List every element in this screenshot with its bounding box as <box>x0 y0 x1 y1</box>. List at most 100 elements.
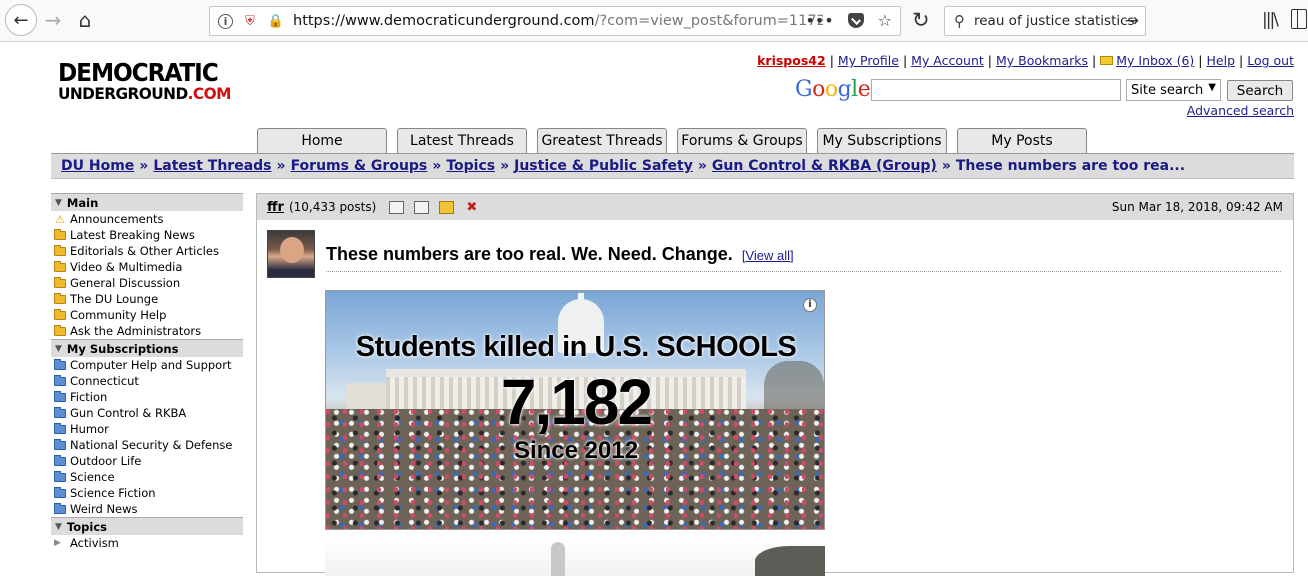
tab-latest-threads[interactable]: Latest Threads <box>397 128 527 153</box>
browser-search-text[interactable]: reau of justice statistics <box>974 13 1135 29</box>
sidebar-header-subscriptions[interactable]: ▼ My Subscriptions <box>51 339 243 357</box>
post: ffr (10,433 posts) ✖ Sun Mar 18, 2018, 0… <box>256 193 1294 576</box>
sidebar-item-computer-help[interactable]: Computer Help and Support <box>51 357 243 373</box>
sidebar-item-connecticut[interactable]: Connecticut <box>51 373 243 389</box>
folder-icon <box>54 422 66 434</box>
folder-icon <box>54 486 66 498</box>
sidebar-toggle-icon[interactable] <box>1291 9 1307 29</box>
back-arrow-icon[interactable]: ← <box>5 4 37 36</box>
sidebar-item-science-fiction[interactable]: Science Fiction <box>51 485 243 501</box>
sidebar-item-national-security[interactable]: National Security & Defense <box>51 437 243 453</box>
logout-link[interactable]: Log out <box>1247 53 1294 68</box>
advanced-search-link[interactable]: Advanced search <box>1187 103 1294 118</box>
sidebar-item-gun-control[interactable]: Gun Control & RKBA <box>51 405 243 421</box>
send-message-icon[interactable] <box>439 200 455 214</box>
search-button[interactable]: Search <box>1227 80 1293 101</box>
warning-icon: ⚠ <box>55 212 65 226</box>
breadcrumb-latest-threads[interactable]: Latest Threads <box>153 158 271 174</box>
tab-my-subscriptions[interactable]: My Subscriptions <box>817 128 947 153</box>
expand-triangle-icon: ▶ <box>54 538 61 548</box>
my-account-link[interactable]: My Account <box>911 53 984 68</box>
sidebar-item-announcements[interactable]: ⚠ Announcements <box>51 211 243 227</box>
sidebar-item-humor[interactable]: Humor <box>51 421 243 437</box>
sidebar-header-topics[interactable]: ▼ Topics <box>51 517 243 535</box>
tab-home[interactable]: Home <box>257 128 387 153</box>
pocket-icon[interactable] <box>847 13 864 28</box>
image-caption-line1: Students killed in U.S. SCHOOLS <box>355 331 797 363</box>
help-link[interactable]: Help <box>1207 53 1236 68</box>
breadcrumb-gun-control[interactable]: Gun Control & RKBA (Group) <box>712 158 937 174</box>
browser-search-input[interactable]: ⚲ reau of justice statistics → <box>944 6 1146 36</box>
avatar[interactable] <box>267 230 315 278</box>
chevron-down-icon: ▼ <box>1208 82 1216 93</box>
tracking-shield-icon[interactable]: ⛨ <box>241 12 259 30</box>
post-title: These numbers are too real. We. Need. Ch… <box>326 244 794 264</box>
post-image: Students killed in U.S. SCHOOLS 7,182 Si… <box>325 290 825 530</box>
sidebar-item-activism[interactable]: ▶ Activism <box>51 535 243 551</box>
sidebar-item-ask-admins[interactable]: Ask the Administrators <box>51 323 243 339</box>
breadcrumb-forums-groups[interactable]: Forums & Groups <box>291 158 428 174</box>
search-icon: ⚲ <box>954 12 965 30</box>
image-info-icon[interactable]: i <box>803 298 817 312</box>
breadcrumb-current: These numbers are too rea... <box>955 158 1186 174</box>
collapse-triangle-icon: ▼ <box>55 197 62 208</box>
site-search-select[interactable]: Site search ▼ <box>1126 79 1221 101</box>
tab-forums-groups[interactable]: Forums & Groups <box>677 128 807 153</box>
sidebar-item-du-lounge[interactable]: The DU Lounge <box>51 291 243 307</box>
url-bar[interactable]: i ⛨ 🔒 https://www.democraticunderground.… <box>209 6 901 36</box>
google-logo: Google <box>795 77 871 102</box>
library-icon[interactable]: |||\ <box>1262 10 1279 30</box>
folder-icon <box>54 406 66 418</box>
breadcrumb-du-home[interactable]: DU Home <box>61 158 134 174</box>
my-bookmarks-link[interactable]: My Bookmarks <box>996 53 1088 68</box>
sidebar-item-outdoor-life[interactable]: Outdoor Life <box>51 453 243 469</box>
folder-icon <box>54 454 66 466</box>
forward-arrow-icon[interactable]: → <box>42 4 64 36</box>
post-image-second <box>325 536 825 576</box>
home-icon[interactable]: ⌂ <box>74 4 96 36</box>
reload-icon[interactable]: ↻ <box>912 8 930 32</box>
url-text[interactable]: https://www.democraticunderground.com/?c… <box>293 13 823 29</box>
sidebar-item-weird-news[interactable]: Weird News <box>51 501 243 517</box>
folder-icon <box>54 470 66 482</box>
my-profile-link[interactable]: My Profile <box>838 53 899 68</box>
folder-icon <box>54 244 66 256</box>
site-search-input[interactable] <box>871 79 1121 101</box>
tab-my-posts[interactable]: My Posts <box>957 128 1087 153</box>
breadcrumb-justice[interactable]: Justice & Public Safety <box>514 158 693 174</box>
ignore-user-icon[interactable]: ✖ <box>464 201 479 214</box>
folder-icon <box>54 502 66 514</box>
sidebar-item-science[interactable]: Science <box>51 469 243 485</box>
sidebar-item-editorials[interactable]: Editorials & Other Articles <box>51 243 243 259</box>
folder-icon <box>54 308 66 320</box>
search-go-arrow-icon[interactable]: → <box>1125 11 1139 31</box>
view-all-link[interactable]: View all <box>745 248 790 263</box>
sidebar-item-community-help[interactable]: Community Help <box>51 307 243 323</box>
browser-toolbar: ← → ⌂ i ⛨ 🔒 https://www.democraticunderg… <box>0 0 1308 42</box>
post-count: (10,433 posts) <box>288 200 377 214</box>
lock-icon[interactable]: 🔒 <box>267 12 285 30</box>
breadcrumb-topics[interactable]: Topics <box>446 158 495 174</box>
sidebar-item-fiction[interactable]: Fiction <box>51 389 243 405</box>
post-author-link[interactable]: ffr <box>267 200 284 215</box>
bookmark-star-icon[interactable]: ☆ <box>878 11 892 30</box>
folder-icon <box>54 438 66 450</box>
info-icon[interactable]: i <box>218 13 233 29</box>
post-date: Sun Mar 18, 2018, 09:42 AM <box>1111 200 1283 214</box>
username-link[interactable]: krispos42 <box>757 53 826 68</box>
profile-card-icon[interactable] <box>389 200 405 214</box>
journal-icon[interactable] <box>414 200 430 214</box>
mail-icon <box>1100 56 1114 65</box>
tab-greatest-threads[interactable]: Greatest Threads <box>537 128 667 153</box>
left-sidebar: ▼ Main ⚠ Announcements Latest Breaking New… <box>51 193 243 551</box>
site-logo[interactable]: DEMOCRATIC UNDERGROUND.COM <box>58 60 238 102</box>
sidebar-header-main[interactable]: ▼ Main <box>51 193 243 211</box>
sidebar-item-video[interactable]: Video & Multimedia <box>51 259 243 275</box>
sidebar-item-latest-breaking-news[interactable]: Latest Breaking News <box>51 227 243 243</box>
sidebar-item-general-discussion[interactable]: General Discussion <box>51 275 243 291</box>
logo-top-text: DEMOCRATIC <box>58 58 219 87</box>
my-inbox-link[interactable]: My Inbox (6) <box>1116 53 1194 68</box>
page-actions-icon[interactable]: ••• <box>805 11 833 30</box>
folder-icon <box>54 358 66 370</box>
collapse-triangle-icon: ▼ <box>55 521 62 532</box>
